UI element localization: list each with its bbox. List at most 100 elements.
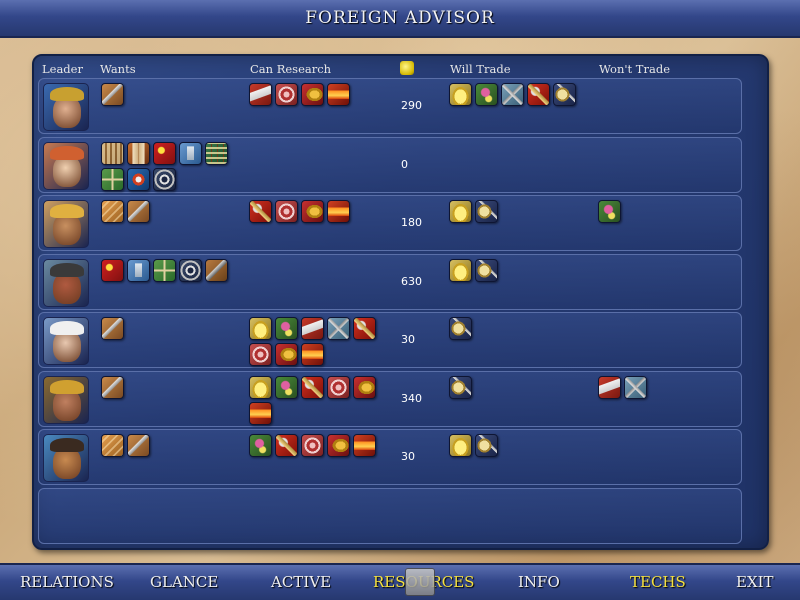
- horn-tech-icon[interactable]: horn: [275, 343, 298, 366]
- will-trade-icons: crowncompass: [449, 434, 589, 457]
- brush-tech-icon[interactable]: brush: [205, 258, 228, 282]
- column-headers: Leader Wants Can Research Will Trade Won…: [34, 60, 767, 78]
- hammer-tech-icon[interactable]: hammer: [527, 83, 550, 106]
- target-tech-icon[interactable]: target: [249, 343, 272, 366]
- nav-exit[interactable]: EXIT: [736, 573, 774, 591]
- gold-icon: [400, 61, 414, 75]
- book-tech-icon[interactable]: book: [127, 141, 150, 165]
- compass-tech-icon[interactable]: compass: [449, 317, 472, 340]
- hammer-tech-icon[interactable]: hammer: [353, 317, 376, 340]
- leader-row: sword crownflowerhammertargethorn fire 340 c…: [38, 370, 742, 427]
- compass-tech-icon[interactable]: compass: [553, 83, 576, 106]
- horn-tech-icon[interactable]: horn: [327, 434, 350, 457]
- fire-tech-icon[interactable]: fire: [353, 434, 376, 457]
- scroll-tech-icon[interactable]: scroll: [101, 141, 124, 165]
- wheel-tech-icon[interactable]: wheel: [179, 258, 202, 282]
- compass-tech-icon[interactable]: compass: [475, 434, 498, 457]
- leader-row: swordtools-scrolltargethornfire290crownf…: [38, 78, 742, 134]
- sword-tech-icon[interactable]: sword: [101, 317, 124, 340]
- crown-tech-icon[interactable]: crown: [449, 200, 472, 223]
- wont-trade-icons: tools-scrolltools: [598, 375, 738, 399]
- tools-tech-icon[interactable]: tools: [327, 317, 350, 340]
- leader-portrait[interactable]: [43, 317, 89, 365]
- nav-relations[interactable]: RELATIONS: [20, 573, 114, 591]
- gold-amount: 0: [401, 157, 408, 171]
- statue-tech-icon[interactable]: statue: [127, 258, 150, 282]
- crown-tech-icon[interactable]: crown: [249, 375, 272, 399]
- leader-headwear: [50, 204, 84, 218]
- map-tech-icon[interactable]: map: [153, 258, 176, 282]
- leader-headwear: [50, 145, 84, 160]
- hammer-tech-icon[interactable]: hammer: [301, 375, 324, 399]
- target-tech-icon[interactable]: target: [301, 434, 324, 457]
- horn-tech-icon[interactable]: horn: [353, 375, 376, 399]
- wants-icons: sword: [101, 317, 241, 340]
- nav-info[interactable]: INFO: [518, 573, 560, 591]
- wheel-tech-icon[interactable]: wheel: [153, 167, 176, 191]
- leader-portrait[interactable]: [43, 200, 89, 248]
- hammer-tech-icon[interactable]: hammer: [275, 434, 298, 457]
- flower-tech-icon[interactable]: flower: [275, 317, 298, 340]
- sword-tech-icon[interactable]: sword: [127, 200, 150, 223]
- hammer-tech-icon[interactable]: hammer: [249, 200, 272, 223]
- leader-portrait[interactable]: [43, 375, 89, 424]
- fire-tech-icon[interactable]: fire: [249, 401, 272, 425]
- leader-portrait[interactable]: [43, 258, 89, 307]
- can-research-icons: hammertargethornfire: [249, 200, 389, 223]
- sword-tech-icon[interactable]: sword: [101, 375, 124, 399]
- screen-title: FOREIGN ADVISOR: [305, 8, 495, 28]
- tools-scroll-tech-icon[interactable]: tools-scroll: [301, 317, 324, 340]
- crown-tech-icon[interactable]: crown: [449, 258, 472, 282]
- abacus-tech-icon[interactable]: abacus: [205, 141, 228, 165]
- tools-scroll-tech-icon[interactable]: tools-scroll: [598, 375, 621, 399]
- header-leader: Leader: [42, 62, 83, 76]
- crown-tech-icon[interactable]: crown: [449, 83, 472, 106]
- leader-portrait[interactable]: [43, 141, 89, 190]
- sword-tech-icon[interactable]: sword: [127, 434, 150, 457]
- crown-tech-icon[interactable]: crown: [449, 434, 472, 457]
- statue-tech-icon[interactable]: statue: [179, 141, 202, 165]
- gold-amount: 30: [401, 333, 415, 346]
- leader-row: scrollbookflagstatueabacus mapeyewheel 0: [38, 136, 742, 193]
- leader-portrait[interactable]: [43, 83, 89, 131]
- tools-tech-icon[interactable]: tools: [624, 375, 647, 399]
- fire-tech-icon[interactable]: fire: [327, 83, 350, 106]
- flag-tech-icon[interactable]: flag: [101, 258, 124, 282]
- can-research-icons: tools-scrolltargethornfire: [249, 83, 389, 106]
- crown-tech-icon[interactable]: crown: [249, 317, 272, 340]
- wants-icons: sword: [101, 375, 241, 399]
- flower-tech-icon[interactable]: flower: [249, 434, 272, 457]
- nav-techs[interactable]: TECHS: [630, 573, 686, 591]
- compass-tech-icon[interactable]: compass: [475, 258, 498, 282]
- bronze-tech-icon[interactable]: bronze: [101, 434, 124, 457]
- tools-scroll-tech-icon[interactable]: tools-scroll: [249, 83, 272, 106]
- tools-tech-icon[interactable]: tools: [501, 83, 524, 106]
- horn-tech-icon[interactable]: horn: [301, 83, 324, 106]
- nav-active[interactable]: ACTIVE: [271, 573, 331, 591]
- flag-tech-icon[interactable]: flag: [153, 141, 176, 165]
- scroll-handle[interactable]: [405, 568, 435, 596]
- compass-tech-icon[interactable]: compass: [475, 200, 498, 223]
- sword-tech-icon[interactable]: sword: [101, 83, 124, 106]
- flower-tech-icon[interactable]: flower: [598, 200, 621, 223]
- target-tech-icon[interactable]: target: [275, 200, 298, 223]
- can-research-icons: crownflowerhammertargethorn fire: [249, 375, 389, 425]
- map-tech-icon[interactable]: map: [101, 167, 124, 191]
- fire-tech-icon[interactable]: fire: [301, 343, 324, 366]
- will-trade-icons: compass: [449, 375, 589, 399]
- flower-tech-icon[interactable]: flower: [475, 83, 498, 106]
- eye-tech-icon[interactable]: eye: [127, 167, 150, 191]
- compass-tech-icon[interactable]: compass: [449, 375, 472, 399]
- fire-tech-icon[interactable]: fire: [327, 200, 350, 223]
- bronze-tech-icon[interactable]: bronze: [101, 200, 124, 223]
- leader-portrait[interactable]: [43, 434, 89, 482]
- header-wants: Wants: [100, 62, 136, 76]
- target-tech-icon[interactable]: target: [327, 375, 350, 399]
- leader-headwear: [50, 438, 84, 452]
- horn-tech-icon[interactable]: horn: [301, 200, 324, 223]
- gold-amount: 180: [401, 216, 422, 229]
- nav-glance[interactable]: GLANCE: [150, 573, 218, 591]
- target-tech-icon[interactable]: target: [275, 83, 298, 106]
- flower-tech-icon[interactable]: flower: [275, 375, 298, 399]
- wants-icons: flagstatuemapwheelbrush: [101, 258, 241, 282]
